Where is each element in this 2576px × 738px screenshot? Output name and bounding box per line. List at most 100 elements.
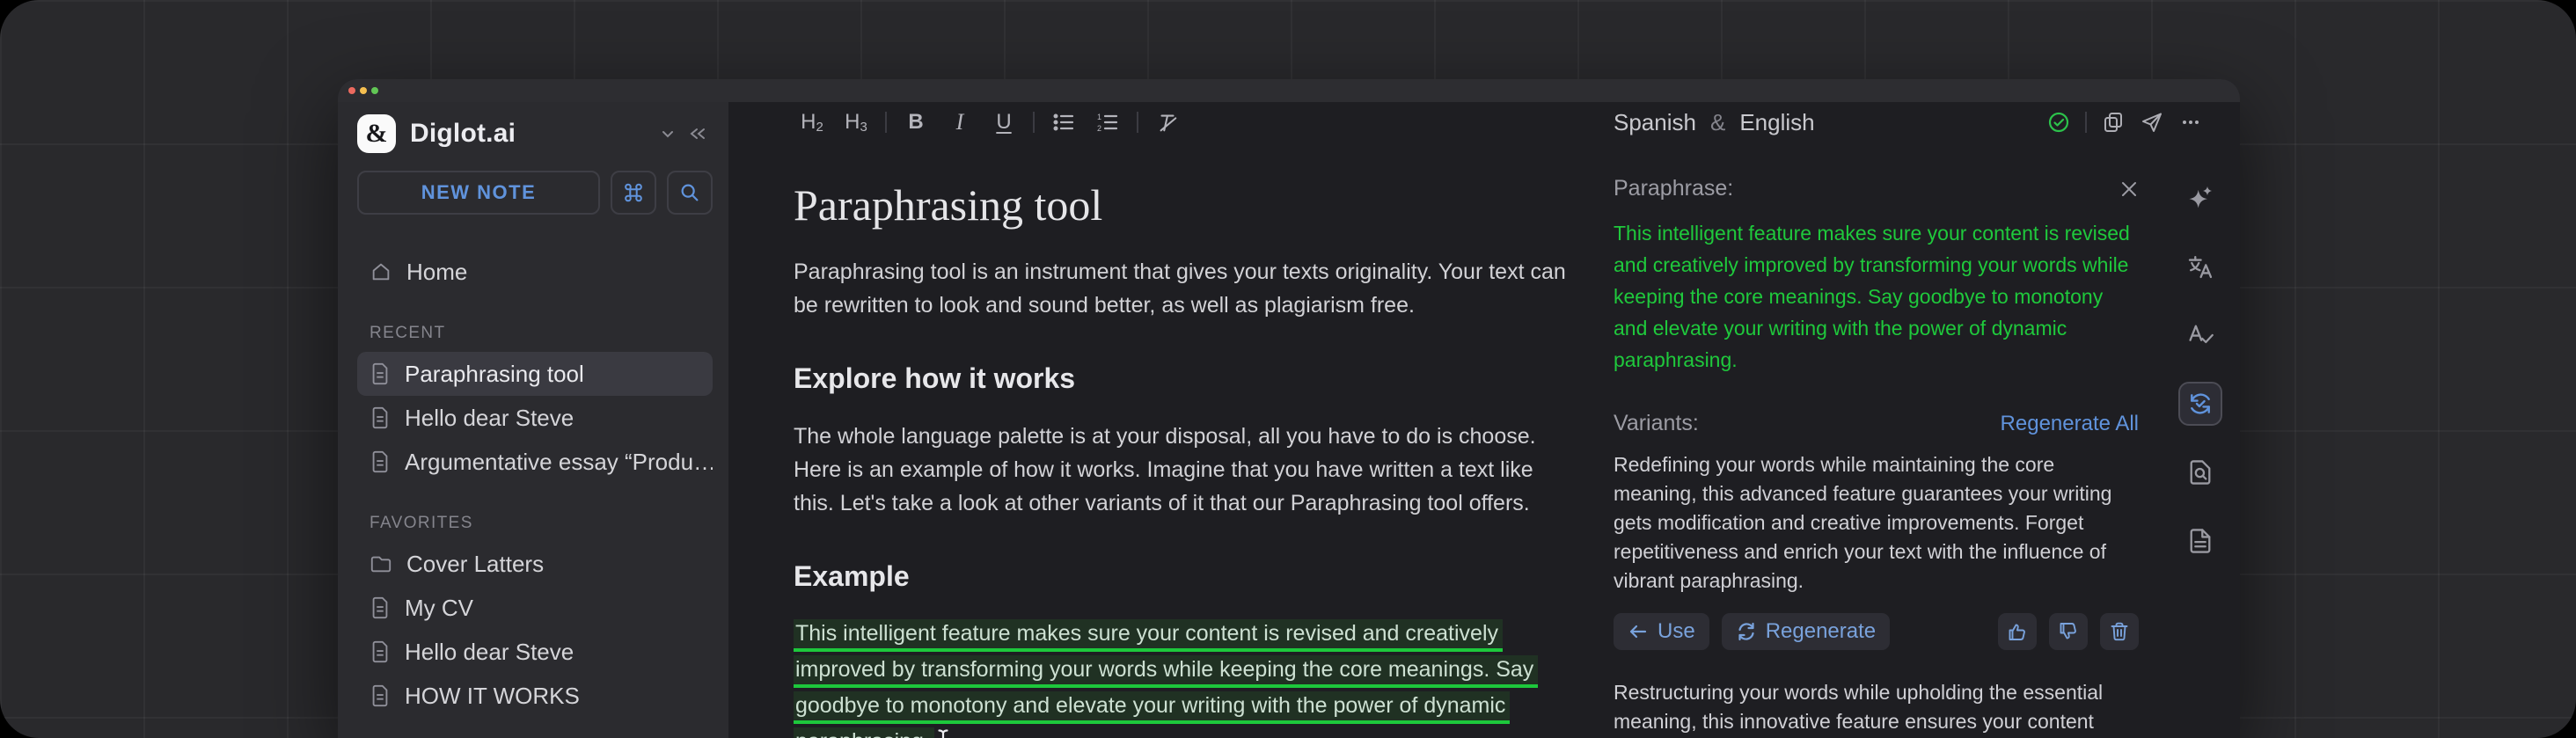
home-icon [370,260,392,283]
document-icon [370,362,391,385]
new-note-button[interactable]: NEW NOTE [357,171,600,215]
note-heading[interactable]: Explore how it works [794,362,1566,395]
summary-document-icon[interactable] [2178,519,2222,563]
heading2-sub: 2 [816,120,823,135]
use-button[interactable]: Use [1614,613,1709,650]
text-cursor-icon [936,727,950,738]
more-options-icon[interactable] [2171,105,2210,140]
bold-button[interactable]: B [894,105,938,140]
sidebar-item-hello-dear-steve-2[interactable]: Hello dear Steve [357,630,713,674]
example-paragraph[interactable]: This intelligent feature makes sure your… [794,616,1566,738]
source-language[interactable]: Spanish [1614,109,1696,136]
traffic-minimize-button[interactable] [360,87,367,94]
app-logo: & [357,114,396,153]
toolbar-divider [2085,112,2087,133]
highlighted-example-text[interactable]: This intelligent feature makes sure your… [794,619,1539,738]
use-button-label: Use [1658,619,1695,643]
main-area: H2 H3 B I U 12 Spanish & English Paraphr… [728,102,2240,738]
thumbs-up-icon [2007,621,2028,642]
heading3-button[interactable]: H3 [834,105,878,140]
document-icon [370,596,391,619]
note-paragraph[interactable]: Paraphrasing tool is an instrument that … [794,255,1566,322]
close-icon[interactable] [2119,179,2139,199]
sidebar-item-label: Hello dear Steve [405,638,574,665]
variant-1-text: Redefining your words while maintaining … [1614,453,2112,592]
folder-icon [370,553,392,574]
sidebar-item-how-it-works[interactable]: HOW IT WORKS [357,674,713,718]
sidebar-item-label: HOW IT WORKS [405,682,580,709]
copy-icon[interactable] [2094,105,2133,140]
section-label-favorites: FAVORITES [370,514,473,532]
bullet-list-button[interactable] [1042,105,1086,140]
search-button[interactable] [667,171,713,215]
svg-text:2: 2 [1097,124,1101,133]
note-title[interactable]: Paraphrasing tool [794,179,1566,230]
search-icon [678,181,701,204]
spellcheck-icon[interactable] [2178,313,2222,357]
traffic-zoom-button[interactable] [371,87,378,94]
sidebar-item-argumentative-essay[interactable]: Argumentative essay “Produ… [357,440,713,484]
numbered-list-icon: 12 [1095,112,1120,133]
sidebar-actions: NEW NOTE [357,171,713,215]
traffic-close-button[interactable] [348,87,355,94]
brand: & Diglot.ai [357,113,713,155]
command-icon [622,181,645,204]
document-search-icon[interactable] [2178,450,2222,494]
arrow-left-icon [1628,622,1649,641]
note-heading[interactable]: Example [794,560,1566,593]
regenerate-button[interactable]: Regenerate [1721,613,1891,650]
sidebar-item-label: Hello dear Steve [405,404,574,431]
format-toolbar: H2 H3 B I U 12 Spanish & English [728,102,2240,142]
sidebar-item-label: Paraphrasing tool [405,360,584,387]
sidebar-item-paraphrasing-tool[interactable]: Paraphrasing tool [357,352,713,396]
paraphrase-tool-icon[interactable] [2177,382,2222,426]
toolbar-divider [1137,112,1138,133]
app-name: Diglot.ai [410,119,516,148]
italic-button[interactable]: I [938,105,982,140]
paraphrase-result-text: This intelligent feature makes sure your… [1614,222,2130,371]
assistant-panel: Paraphrase: This intelligent feature mak… [1575,142,2160,738]
heading2-button[interactable]: H2 [790,105,834,140]
ai-sparkles-icon[interactable] [2178,176,2222,220]
grammar-check-status-icon[interactable] [2039,105,2078,140]
bullet-list-icon [1051,112,1076,133]
titlebar [338,79,2240,102]
document-icon [370,640,391,663]
toolbar-divider [885,112,887,133]
document-icon [370,450,391,473]
variant-2-text: Restructuring your words while upholding… [1614,681,2104,733]
send-icon[interactable] [2133,105,2171,140]
app-window: & Diglot.ai NEW NOTE Home RECENT Paraphr… [338,79,2240,738]
collapse-sidebar-icon[interactable] [683,119,713,149]
sidebar-item-home[interactable]: Home [357,250,713,294]
thumbs-down-button[interactable] [2049,613,2088,650]
svg-text:1: 1 [1097,113,1101,121]
sidebar-item-hello-dear-steve[interactable]: Hello dear Steve [357,396,713,440]
heading3-label: H [845,110,860,134]
language-separator: & [1709,108,1726,135]
tool-rail [2160,142,2240,738]
note-paragraph[interactable]: The whole language palette is at your di… [794,420,1566,520]
note-editor[interactable]: Paraphrasing tool Paraphrasing tool is a… [728,142,1575,738]
command-shortcut-button[interactable] [611,171,656,215]
clear-formatting-button[interactable] [1145,105,1189,140]
refresh-icon [1736,621,1757,642]
translate-icon[interactable] [2178,245,2222,289]
thumbs-up-button[interactable] [1998,613,2037,650]
sidebar-item-label: Argumentative essay “Produ… [405,448,713,475]
sidebar-item-cover-latters[interactable]: Cover Latters [357,542,713,586]
numbered-list-button[interactable]: 12 [1086,105,1130,140]
regenerate-all-link[interactable]: Regenerate All [2001,412,2139,436]
regenerate-button-label: Regenerate [1765,619,1877,643]
sidebar-item-my-cv[interactable]: My CV [357,586,713,630]
underline-button[interactable]: U [982,105,1026,140]
panel-toolbar: Spanish & English [1575,105,2240,140]
variants-label: Variants: [1614,411,1699,435]
workspace-chevron-down-icon[interactable] [653,119,683,149]
sidebar: & Diglot.ai NEW NOTE Home RECENT Paraphr… [338,102,728,738]
sidebar-item-label: Home [406,258,468,285]
target-language[interactable]: English [1739,109,1814,136]
delete-variant-button[interactable] [2100,613,2139,650]
document-icon [370,684,391,707]
trash-icon [2109,621,2130,642]
